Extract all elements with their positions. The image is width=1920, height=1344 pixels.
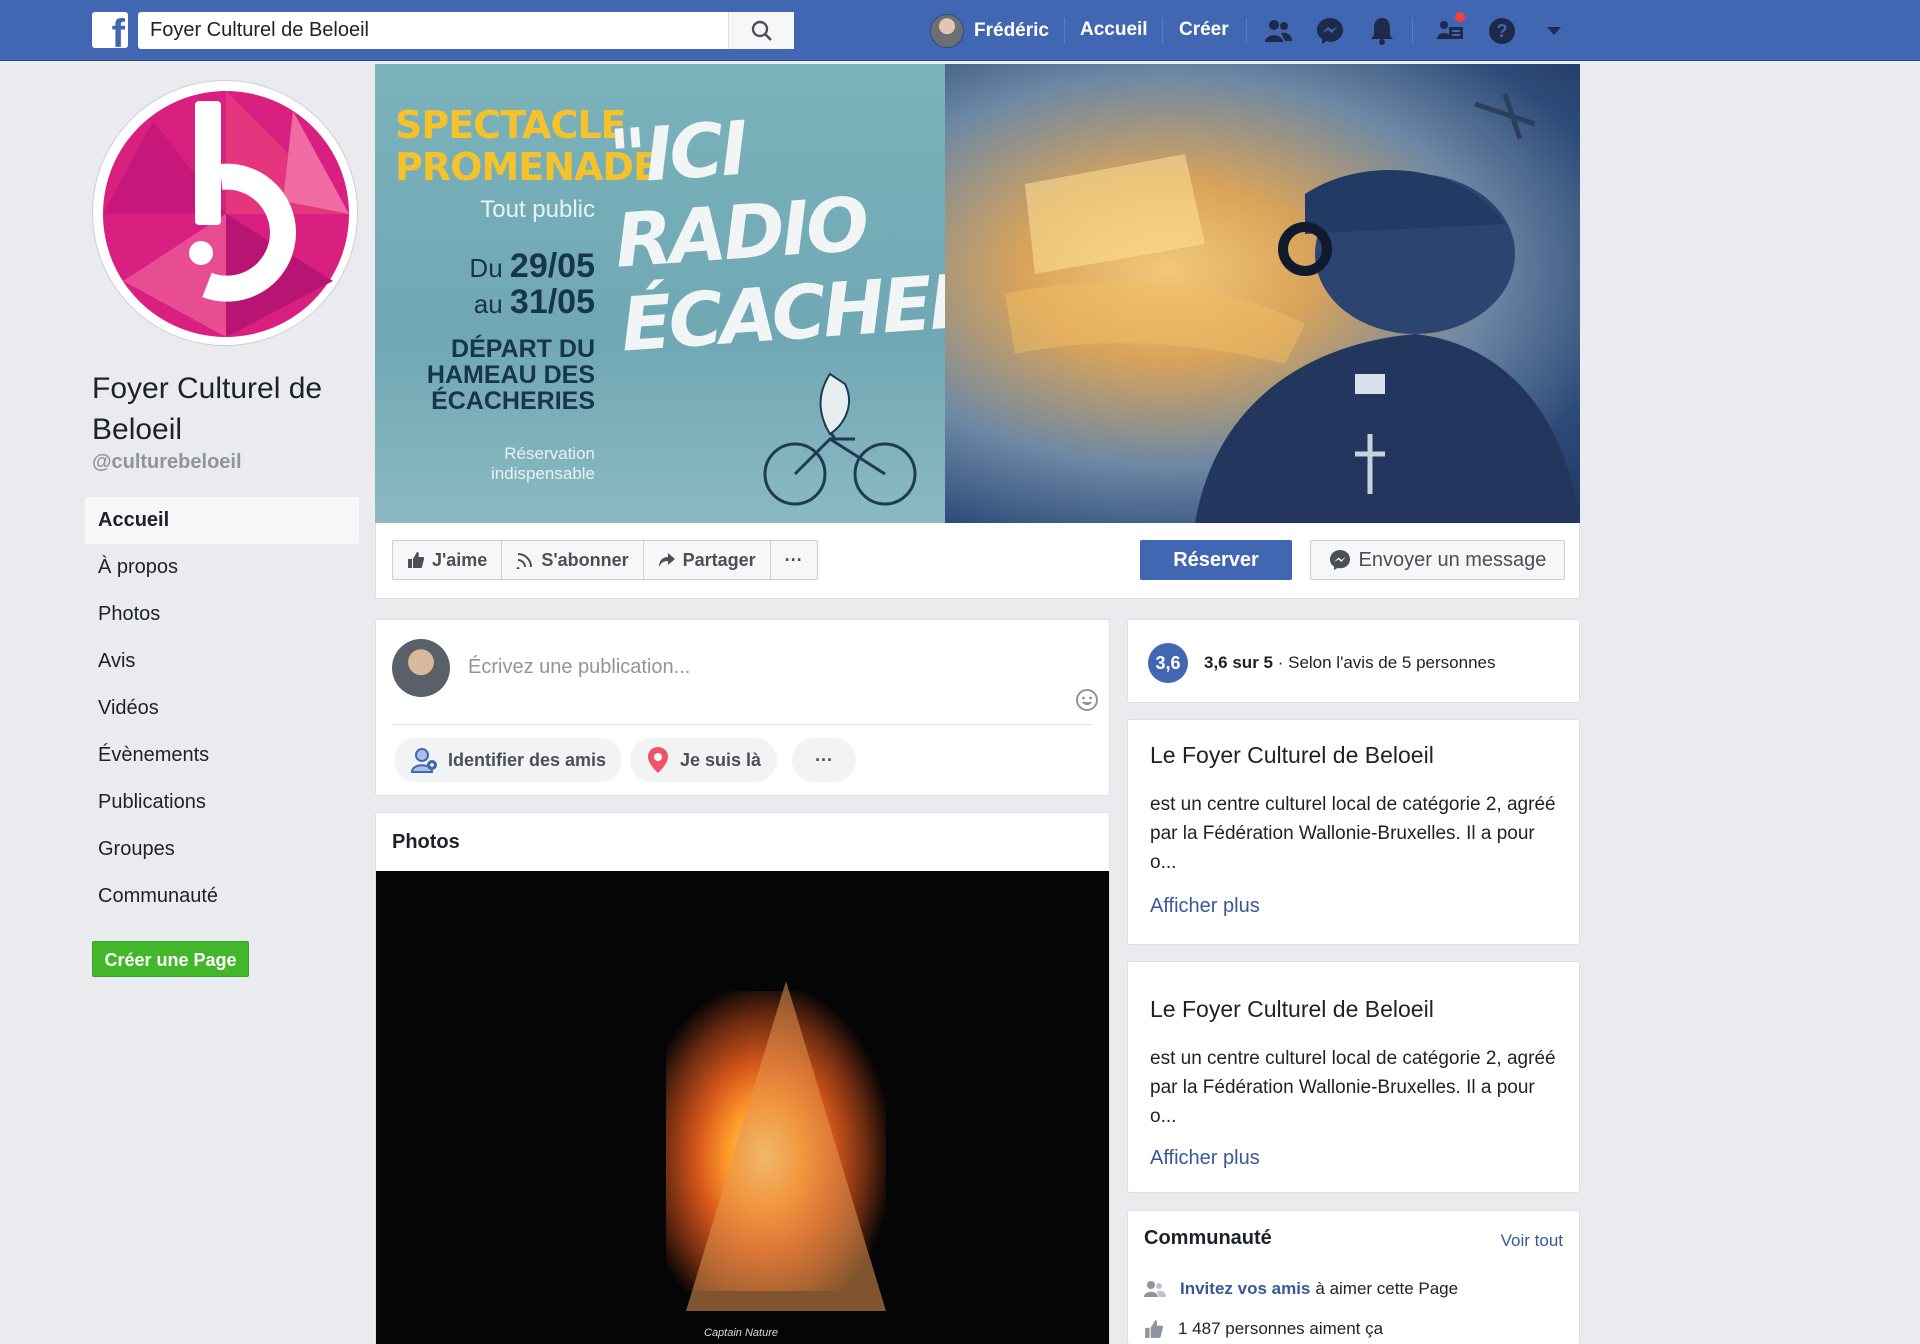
see-more-link[interactable]: Afficher plus bbox=[1150, 895, 1260, 918]
search-icon bbox=[751, 20, 772, 41]
page-profile-picture[interactable] bbox=[92, 80, 358, 346]
photo-credit: Captain Nature bbox=[704, 1327, 778, 1339]
notifications-icon[interactable] bbox=[1365, 14, 1399, 48]
likes-row: 1 487 personnes aiment ça bbox=[1144, 1319, 1383, 1339]
cover-watercolor-panel bbox=[945, 64, 1580, 523]
sidebar-item-communaute[interactable]: Communauté bbox=[85, 873, 359, 920]
cover-poster-panel: SPECTACLE PROMENADE Tout public Du 29/05… bbox=[375, 64, 1144, 523]
tag-friends-icon bbox=[410, 748, 437, 773]
about-card-description: est un centre culturel local de catégori… bbox=[1150, 794, 1556, 873]
post-input[interactable]: Écrivez une publication... bbox=[468, 656, 690, 679]
nav-home-link[interactable]: Accueil bbox=[1080, 19, 1148, 41]
sidebar-item-videos[interactable]: Vidéos bbox=[85, 685, 359, 732]
cover-departure: DÉPART DU HAMEAU DES ÉCACHERIES bbox=[426, 335, 595, 415]
location-pin-icon bbox=[648, 747, 668, 773]
bicycle-illustration-icon bbox=[763, 372, 917, 506]
sidebar-item-avis[interactable]: Avis bbox=[85, 638, 359, 685]
emoji-icon[interactable] bbox=[1075, 688, 1099, 717]
rating-summary: 3,6 sur 5 · Selon l'avis de 5 personnes bbox=[1204, 653, 1496, 672]
create-page-button[interactable]: Créer une Page bbox=[92, 941, 249, 977]
share-button[interactable]: Partager bbox=[644, 541, 771, 579]
foyer-logo-icon bbox=[103, 91, 349, 337]
about-card: Le Foyer Culturel de Beloeil est un cent… bbox=[1127, 719, 1580, 945]
cover-heading: SPECTACLE PROMENADE bbox=[395, 103, 659, 189]
sidebar-item-publications[interactable]: Publications bbox=[85, 779, 359, 826]
composer-avatar bbox=[392, 639, 450, 697]
sidebar-item-photos[interactable]: Photos bbox=[85, 591, 359, 638]
cover-audience: Tout public bbox=[480, 196, 595, 223]
groups-icon[interactable] bbox=[1433, 10, 1467, 48]
top-navigation-bar: f Foyer Culturel de Beloeil Frédéric Acc… bbox=[0, 0, 1920, 61]
composer-more-button[interactable]: ··· bbox=[792, 738, 856, 782]
more-options-button[interactable]: ··· bbox=[771, 541, 817, 579]
nav-separator bbox=[1246, 18, 1247, 44]
nav-profile-link[interactable]: Frédéric bbox=[930, 14, 1049, 48]
page-action-bar: J'aime S'abonner Partager ··· Réserver E… bbox=[375, 523, 1580, 599]
nav-user-name: Frédéric bbox=[974, 20, 1049, 41]
composer-divider bbox=[392, 724, 1093, 725]
photos-card: Photos Captain Nature bbox=[375, 812, 1110, 1344]
photos-card-title[interactable]: Photos bbox=[392, 831, 460, 854]
friends-icon[interactable] bbox=[1261, 14, 1295, 48]
burning-structure bbox=[686, 981, 886, 1311]
share-arrow-icon bbox=[658, 553, 675, 567]
caret-down-icon[interactable] bbox=[1537, 14, 1571, 48]
follow-button[interactable]: S'abonner bbox=[502, 541, 644, 579]
nav-separator bbox=[1064, 18, 1065, 44]
page-likes-count: 1 487 personnes aiment ça bbox=[1178, 1319, 1384, 1338]
page-title: Foyer Culturel de Beloeil bbox=[92, 372, 323, 446]
sidebar-item-accueil[interactable]: Accueil bbox=[85, 497, 359, 544]
search-input[interactable]: Foyer Culturel de Beloeil bbox=[138, 12, 794, 49]
thumbs-up-icon bbox=[408, 552, 425, 568]
cover-show-title: "ICI RADIO ÉCACHERIES" bbox=[606, 105, 1144, 369]
about-card: Le Foyer Culturel de Beloeil est un cent… bbox=[1127, 961, 1580, 1193]
invite-friends-row: Invitez vos amis à aimer cette Page bbox=[1144, 1279, 1458, 1299]
cover-dates: Du 29/05 au 31/05 bbox=[469, 247, 595, 321]
send-message-button[interactable]: Envoyer un message bbox=[1310, 540, 1565, 580]
invite-friends-link[interactable]: Invitez vos amis bbox=[1180, 1279, 1310, 1299]
sidebar-item-evenements[interactable]: Évènements bbox=[85, 732, 359, 779]
community-card: Communauté Voir tout Invitez vos amis à … bbox=[1127, 1210, 1580, 1344]
nav-separator bbox=[1162, 18, 1163, 44]
sidebar-item-groupes[interactable]: Groupes bbox=[85, 826, 359, 873]
about-card-title: Le Foyer Culturel de Beloeil bbox=[1150, 996, 1434, 1022]
notification-dot bbox=[1453, 10, 1467, 24]
like-button[interactable]: J'aime bbox=[393, 541, 503, 579]
radio-operator-illustration-icon bbox=[1005, 93, 1580, 523]
invite-friends-icon bbox=[1144, 1281, 1166, 1297]
rss-icon bbox=[516, 553, 533, 569]
nav-create-link[interactable]: Créer bbox=[1179, 19, 1229, 41]
search-button[interactable] bbox=[728, 12, 794, 49]
about-card-title: Le Foyer Culturel de Beloeil bbox=[1150, 742, 1434, 768]
checkin-button[interactable]: Je suis là bbox=[630, 738, 778, 782]
sidebar-item-a-propos[interactable]: À propos bbox=[85, 544, 359, 591]
see-all-link[interactable]: Voir tout bbox=[1501, 1231, 1563, 1251]
thumbs-up-icon bbox=[1145, 1320, 1164, 1338]
bonfire-photo[interactable]: Captain Nature bbox=[376, 871, 1109, 1344]
messenger-icon[interactable] bbox=[1313, 14, 1347, 48]
messenger-icon bbox=[1329, 550, 1350, 570]
rating-badge: 3,6 bbox=[1148, 643, 1188, 683]
page-handle[interactable]: @culturebeloeil bbox=[92, 451, 242, 474]
community-title: Communauté bbox=[1144, 1227, 1272, 1249]
cover-reservation-note: Réservation indispensable bbox=[491, 444, 595, 483]
see-more-link[interactable]: Afficher plus bbox=[1150, 1147, 1260, 1170]
page-button-group: J'aime S'abonner Partager ··· bbox=[392, 540, 818, 580]
user-avatar bbox=[930, 14, 964, 48]
nav-separator bbox=[1412, 18, 1413, 44]
page-sidebar-nav: Accueil À propos Photos Avis Vidéos Évèn… bbox=[85, 497, 359, 920]
tag-friends-button[interactable]: Identifier des amis bbox=[394, 738, 623, 782]
svg-text:?: ? bbox=[1497, 21, 1508, 41]
post-composer: Écrivez une publication... Identifier de… bbox=[375, 619, 1110, 796]
rating-card[interactable]: 3,6 3,6 sur 5 · Selon l'avis de 5 person… bbox=[1127, 619, 1580, 703]
facebook-logo[interactable]: f bbox=[92, 12, 128, 48]
about-card-description: est un centre culturel local de catégori… bbox=[1150, 1048, 1556, 1127]
help-icon[interactable]: ? bbox=[1485, 14, 1519, 48]
reserve-button[interactable]: Réserver bbox=[1140, 540, 1292, 580]
cover-photo[interactable]: SPECTACLE PROMENADE Tout public Du 29/05… bbox=[375, 64, 1580, 523]
